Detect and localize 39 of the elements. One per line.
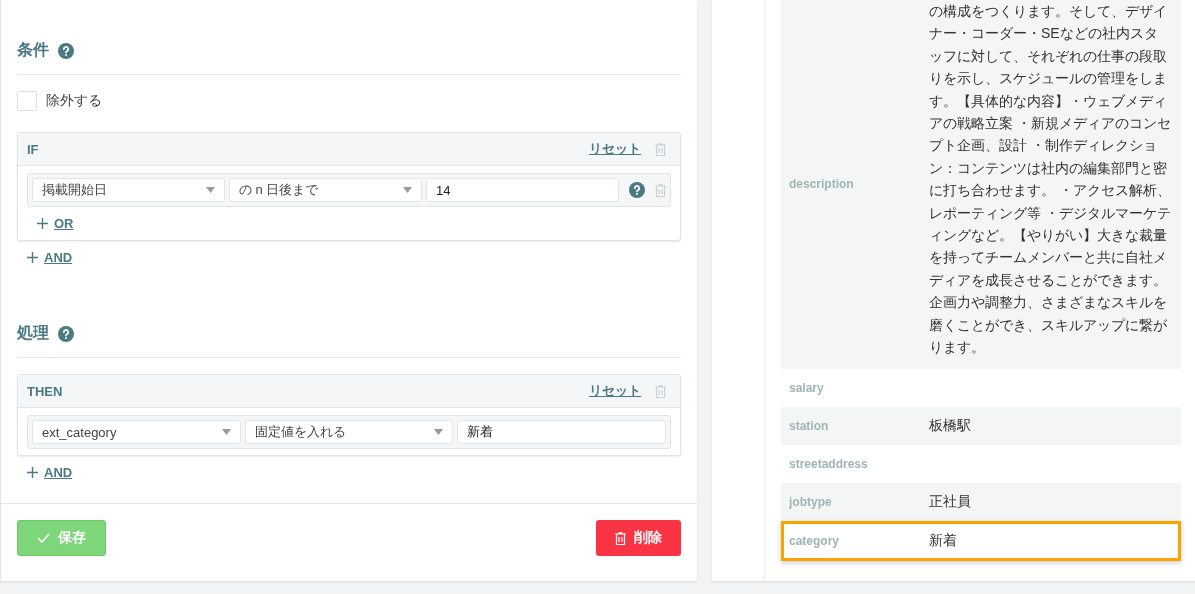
- checkbox-label: 除外する: [46, 92, 102, 110]
- field-value: 正社員: [929, 492, 972, 512]
- field-value: 新着: [929, 531, 958, 551]
- field-value: 板橋駅: [929, 416, 972, 436]
- help-icon[interactable]: [58, 42, 74, 59]
- or-link[interactable]: OR: [54, 216, 74, 231]
- block-label: IF: [27, 141, 40, 157]
- field-key: salary: [781, 380, 929, 395]
- block-label: THEN: [27, 383, 64, 399]
- field-key: category: [781, 533, 929, 548]
- caret-icon: [221, 429, 231, 435]
- input-field[interactable]: 14: [426, 178, 619, 202]
- check-icon: [37, 533, 50, 543]
- select-field[interactable]: の n 日後まで: [229, 178, 422, 202]
- help-icon[interactable]: [629, 182, 645, 198]
- reset-link[interactable]: リセット: [589, 140, 641, 158]
- and-link[interactable]: AND: [44, 465, 73, 480]
- select-field[interactable]: ext_category: [32, 420, 241, 444]
- reset-link[interactable]: リセット: [589, 382, 641, 400]
- plus-icon: [37, 218, 48, 229]
- select-field[interactable]: 固定値を入れる: [244, 420, 454, 444]
- caret-icon: [403, 187, 412, 193]
- section-title: 処理: [17, 323, 49, 343]
- field-key: jobtype: [781, 494, 929, 509]
- field-key: description: [781, 177, 929, 192]
- field-key: streetaddress: [781, 456, 929, 471]
- caret-icon: [434, 429, 444, 435]
- select-field[interactable]: 掲載開始日: [32, 178, 225, 202]
- field-value: の構成をつくります。そして、デザイナー・コーダー・SEなどの社内スタッフに対して、それぞれの仕事の段取りを示し、スケジュールの管理をします。【具体的な内容】・ウェブメディアの戦略立案 ・新規メディアのコンセプト企画、設計 ・制作ディレクション：コンテンツは社内の編集部門と密に打ち合わせます。 ・アクセス解析、レポーティング等 ・デジタルマーケティングなど。【やりがい】大きな裁量を持ってチームメンバーと共に自社メディアを成長させることができます。企画力や調整力、さまざまなスキルを磨くことができ、スキルアップに繋がります。: [929, 2, 1172, 358]
- and-link[interactable]: AND: [44, 250, 73, 265]
- input-field[interactable]: 新着: [457, 420, 666, 444]
- checkbox[interactable]: [17, 91, 37, 111]
- help-icon[interactable]: [58, 325, 74, 342]
- section-title: 条件: [17, 40, 49, 60]
- caret-icon: [206, 187, 215, 193]
- delete-button[interactable]: 削除: [596, 520, 681, 556]
- field-key: station: [781, 418, 929, 433]
- plus-icon: [27, 252, 38, 263]
- plus-icon: [27, 467, 38, 478]
